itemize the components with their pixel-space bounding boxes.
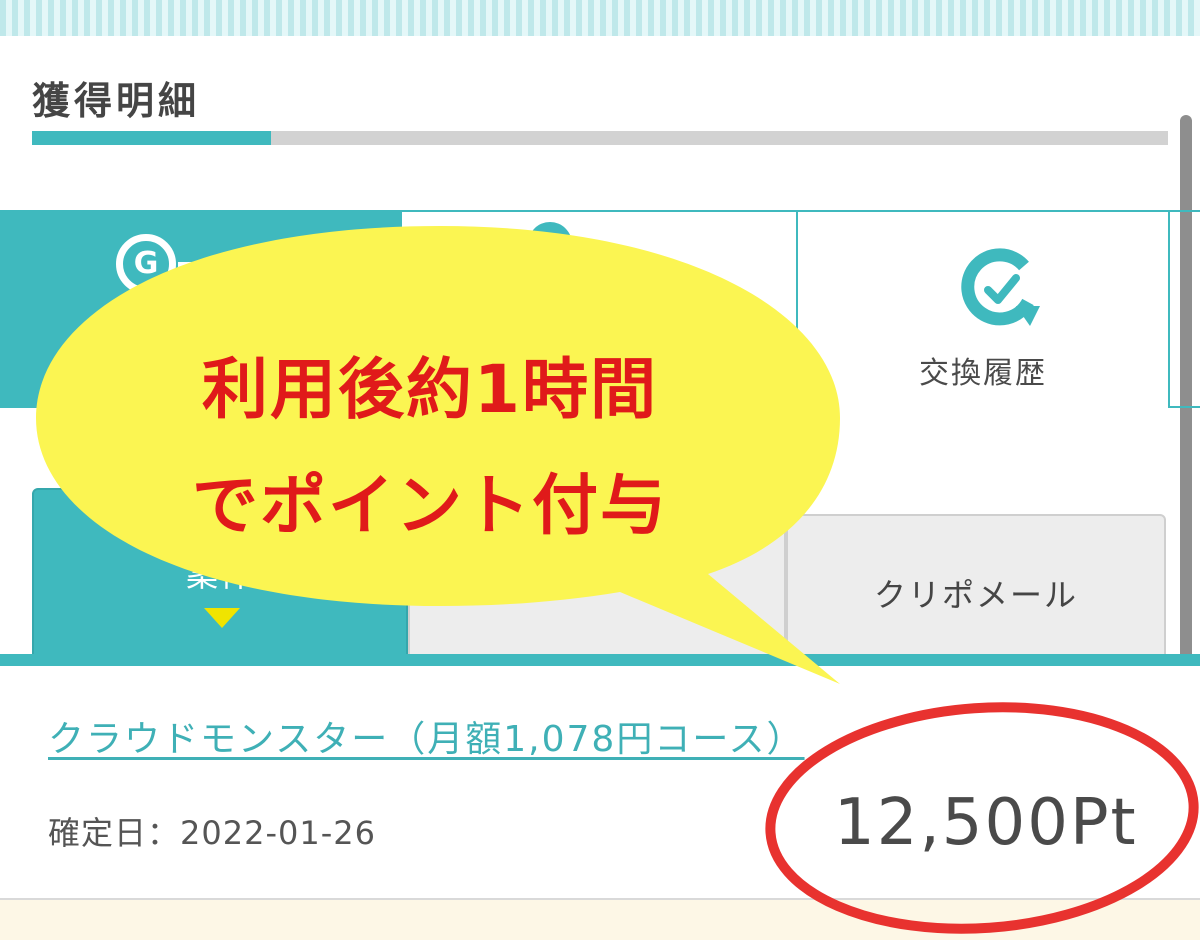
top-stripe-border bbox=[0, 0, 1200, 36]
progress-fill bbox=[32, 131, 271, 145]
content-divider bbox=[0, 654, 1200, 666]
item-confirmed-date: 確定日：2022-01-26 bbox=[48, 814, 376, 852]
subtab-clipo-mail-label: クリポメール bbox=[873, 576, 1078, 614]
next-list-item bbox=[0, 900, 1200, 940]
annotation-line-1: 利用後約1時間 bbox=[202, 351, 658, 428]
circle-icon bbox=[528, 222, 572, 266]
selected-indicator-icon bbox=[204, 608, 240, 628]
item-points: 12,500Pt bbox=[834, 786, 1138, 860]
subtab-cases-label: 案件 bbox=[185, 556, 254, 594]
page-title: 獲得明細 bbox=[32, 79, 201, 123]
g-point-icon-bar bbox=[178, 262, 218, 270]
progress-bar bbox=[32, 131, 1168, 145]
annotation-line-2: でポイント付与 bbox=[192, 467, 668, 544]
item-title-link[interactable]: クラウドモンスター（月額1,078円コース） bbox=[48, 710, 805, 762]
tab-exchange-history-label: 交換履歴 bbox=[919, 356, 1047, 391]
subtab-clipo-mail[interactable]: クリポメール bbox=[786, 514, 1166, 656]
history-check-icon bbox=[961, 248, 1040, 326]
g-point-icon: G bbox=[116, 234, 176, 294]
